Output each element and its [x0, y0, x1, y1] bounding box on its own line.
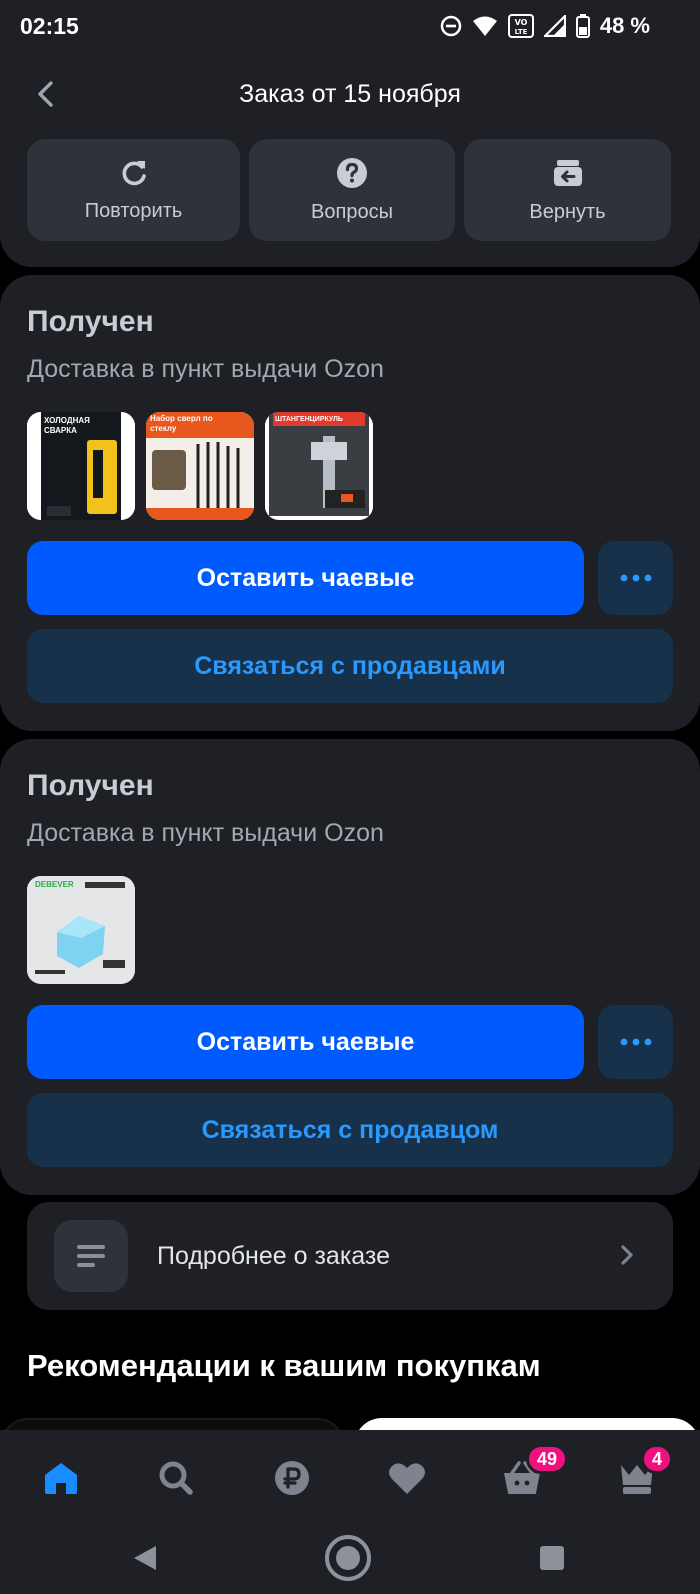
cart-badge: 49	[526, 1444, 569, 1474]
questions-label: Вопросы	[311, 200, 393, 223]
system-recents-button[interactable]	[538, 1544, 566, 1577]
ruble-icon	[274, 1460, 310, 1501]
nav-cart[interactable]: 49	[498, 1444, 569, 1504]
product-image[interactable]: ШТАНГЕНЦИРКУЛЬ	[265, 412, 373, 520]
contact-sellers-button[interactable]: Связаться с продавцами	[27, 629, 673, 703]
chevron-right-icon	[619, 1244, 635, 1271]
bottom-navigation: 49 4	[0, 1430, 700, 1594]
shipment-status: Получен	[27, 769, 154, 802]
leave-tip-button[interactable]: Оставить чаевые	[27, 1005, 584, 1079]
wifi-icon	[472, 15, 498, 37]
product-thumbnails: ХОЛОДНАЯ СВАРКА Набор сверл по стеклу ШТ…	[27, 412, 373, 520]
return-icon	[552, 157, 584, 189]
return-button[interactable]: Вернуть	[464, 139, 671, 241]
shipment-card: Получен Доставка в пункт выдачи Ozon DEB…	[0, 739, 700, 1195]
product-thumbnails: DEBEVER	[27, 876, 135, 984]
status-icons: VO LTE 48 %	[440, 13, 650, 39]
system-back-button[interactable]	[131, 1544, 159, 1577]
status-time: 02:15	[20, 12, 79, 39]
signal-icon	[543, 15, 566, 37]
more-options-button[interactable]	[598, 1005, 673, 1079]
volte-icon: VO LTE	[507, 14, 534, 38]
nav-home[interactable]	[37, 1456, 85, 1504]
do-not-disturb-icon	[440, 15, 462, 37]
svg-text:VO: VO	[514, 18, 527, 27]
repeat-button[interactable]: Повторить	[27, 139, 240, 241]
product-image[interactable]: Набор сверл по стеклу	[146, 412, 254, 520]
repeat-label: Повторить	[84, 199, 183, 222]
product-caption: DEBEVER	[35, 880, 74, 889]
repeat-icon	[119, 158, 149, 188]
square-recents-icon	[538, 1546, 566, 1576]
circle-home-icon	[324, 1535, 372, 1586]
nav-search[interactable]	[152, 1456, 200, 1504]
questions-button[interactable]: Вопросы	[249, 139, 455, 241]
heart-icon	[388, 1461, 426, 1500]
product-caption: ХОЛОДНАЯ СВАРКА	[44, 416, 90, 435]
nav-favorites[interactable]	[383, 1456, 431, 1504]
question-icon	[336, 157, 368, 189]
battery-icon	[575, 14, 590, 38]
battery-percent: 48 %	[599, 13, 650, 38]
triangle-back-icon	[131, 1546, 159, 1576]
product-image[interactable]: ХОЛОДНАЯ СВАРКА	[27, 412, 135, 520]
nav-payments[interactable]	[268, 1456, 316, 1504]
svg-text:LTE: LTE	[514, 28, 527, 36]
order-details-row[interactable]: Подробнее о заказе	[27, 1202, 673, 1310]
more-options-button[interactable]	[598, 541, 673, 615]
leave-tip-button[interactable]: Оставить чаевые	[27, 541, 584, 615]
shipment-card: Получен Доставка в пункт выдачи Ozon ХОЛ…	[0, 275, 700, 731]
product-caption: ШТАНГЕНЦИРКУЛЬ	[275, 416, 343, 423]
order-details-label: Подробнее о заказе	[157, 1242, 391, 1270]
home-icon	[43, 1461, 79, 1500]
system-home-button[interactable]	[324, 1534, 372, 1587]
page-title: Заказ от 15 ноября	[239, 80, 461, 108]
recommendations-title: Рекомендации к вашим покупкам	[27, 1348, 541, 1383]
order-actions: Повторить Вопросы Вернуть	[27, 139, 671, 241]
details-list-icon	[54, 1220, 128, 1292]
profile-badge: 4	[641, 1444, 674, 1474]
status-bar: 02:15 VO LTE 48 %	[0, 0, 700, 52]
search-icon	[158, 1460, 194, 1501]
more-dots-icon	[620, 1033, 652, 1051]
product-image[interactable]: DEBEVER	[27, 876, 135, 984]
contact-seller-button[interactable]: Связаться с продавцом	[27, 1093, 673, 1167]
more-dots-icon	[620, 569, 652, 587]
nav-profile[interactable]: 4	[613, 1444, 674, 1504]
shipment-delivery: Доставка в пункт выдачи Ozon	[27, 819, 384, 847]
product-caption: Набор сверл по стеклу	[150, 414, 213, 433]
shipment-status: Получен	[27, 305, 154, 338]
shipment-delivery: Доставка в пункт выдачи Ozon	[27, 355, 384, 383]
return-label: Вернуть	[529, 200, 606, 223]
